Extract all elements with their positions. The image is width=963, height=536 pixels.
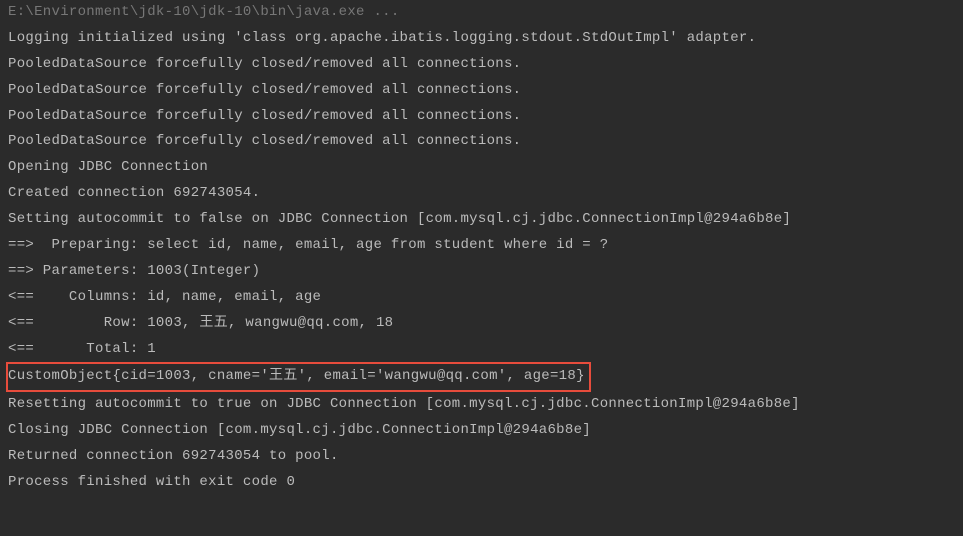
log-line: Resetting autocommit to true on JDBC Con… [8, 392, 955, 418]
log-line: Created connection 692743054. [8, 181, 955, 207]
log-line: PooledDataSource forcefully closed/remov… [8, 52, 955, 78]
log-line: Logging initialized using 'class org.apa… [8, 26, 955, 52]
log-line: <== Columns: id, name, email, age [8, 285, 955, 311]
log-line: Closing JDBC Connection [com.mysql.cj.jd… [8, 418, 955, 444]
log-line: PooledDataSource forcefully closed/remov… [8, 129, 955, 155]
log-line: Opening JDBC Connection [8, 155, 955, 181]
command-header: E:\Environment\jdk-10\jdk-10\bin\java.ex… [8, 0, 955, 26]
highlighted-line: CustomObject{cid=1003, cname='王五', email… [8, 362, 955, 392]
log-line: <== Row: 1003, 王五, wangwu@qq.com, 18 [8, 311, 955, 337]
log-line: PooledDataSource forcefully closed/remov… [8, 104, 955, 130]
console-output: E:\Environment\jdk-10\jdk-10\bin\java.ex… [0, 0, 963, 496]
log-line: ==> Parameters: 1003(Integer) [8, 259, 955, 285]
log-line: Returned connection 692743054 to pool. [8, 444, 955, 470]
highlight-box: CustomObject{cid=1003, cname='王五', email… [6, 362, 591, 392]
log-line: PooledDataSource forcefully closed/remov… [8, 78, 955, 104]
log-line: <== Total: 1 [8, 337, 955, 363]
log-line: Process finished with exit code 0 [8, 470, 955, 496]
log-line: ==> Preparing: select id, name, email, a… [8, 233, 955, 259]
log-line: Setting autocommit to false on JDBC Conn… [8, 207, 955, 233]
